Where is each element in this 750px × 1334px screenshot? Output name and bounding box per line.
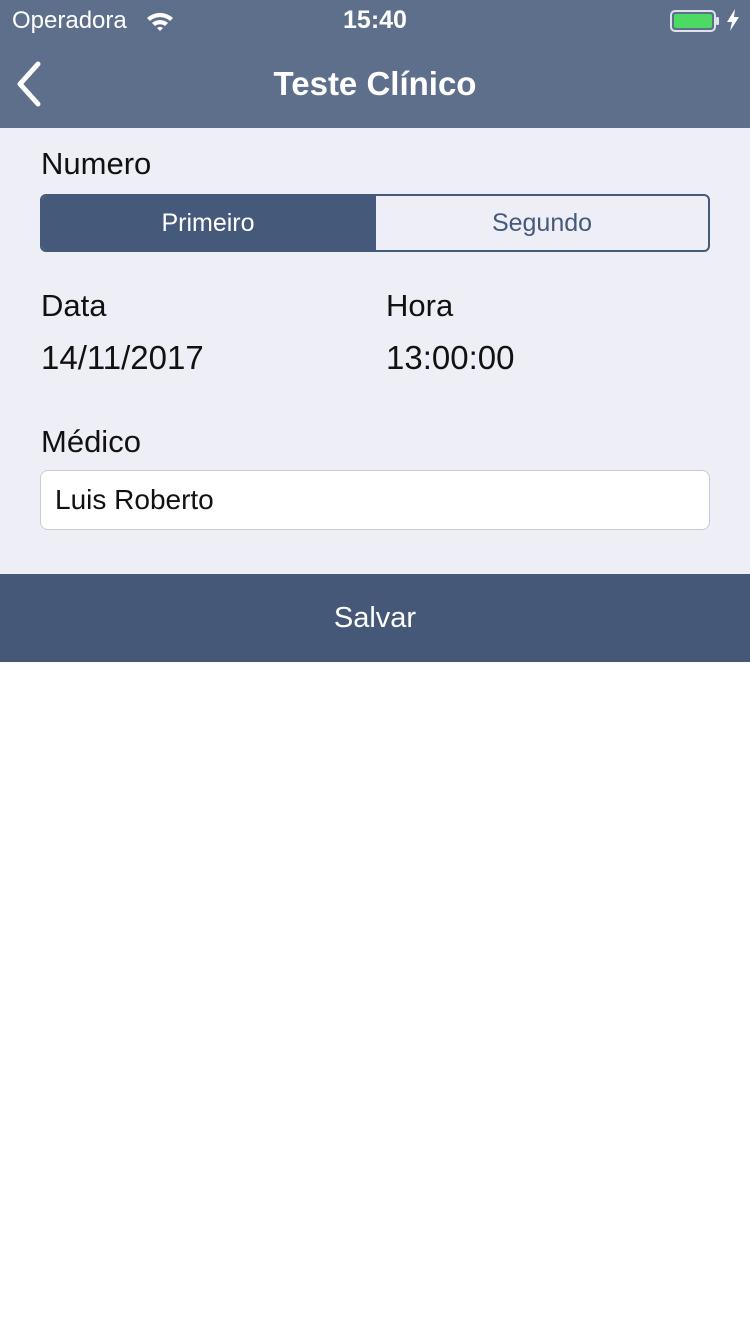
segment-primeiro[interactable]: Primeiro bbox=[42, 196, 374, 250]
data-label: Data bbox=[41, 288, 107, 323]
charging-bolt-icon bbox=[727, 9, 739, 31]
navigation-bar: Teste Clínico bbox=[0, 40, 750, 128]
hora-value[interactable]: 13:00:00 bbox=[386, 339, 514, 377]
save-button[interactable]: Salvar bbox=[0, 574, 750, 662]
numero-label: Numero bbox=[41, 146, 152, 181]
segment-segundo[interactable]: Segundo bbox=[374, 196, 708, 250]
status-time: 15:40 bbox=[343, 6, 407, 34]
hora-label: Hora bbox=[386, 288, 454, 323]
battery-icon bbox=[670, 10, 719, 32]
medico-label: Médico bbox=[41, 424, 141, 459]
status-bar: Operadora 15:40 bbox=[0, 0, 750, 40]
data-value[interactable]: 14/11/2017 bbox=[41, 339, 204, 377]
page-title: Teste Clínico bbox=[273, 65, 477, 102]
form-panel: Numero Primeiro Segundo Data 14/11/2017 … bbox=[0, 128, 750, 574]
save-button-label: Salvar bbox=[333, 601, 417, 634]
numero-segmented-control: Primeiro Segundo bbox=[40, 194, 710, 252]
medico-field-value: Luis Roberto bbox=[55, 484, 214, 515]
medico-field[interactable]: Luis Roberto bbox=[40, 470, 710, 530]
